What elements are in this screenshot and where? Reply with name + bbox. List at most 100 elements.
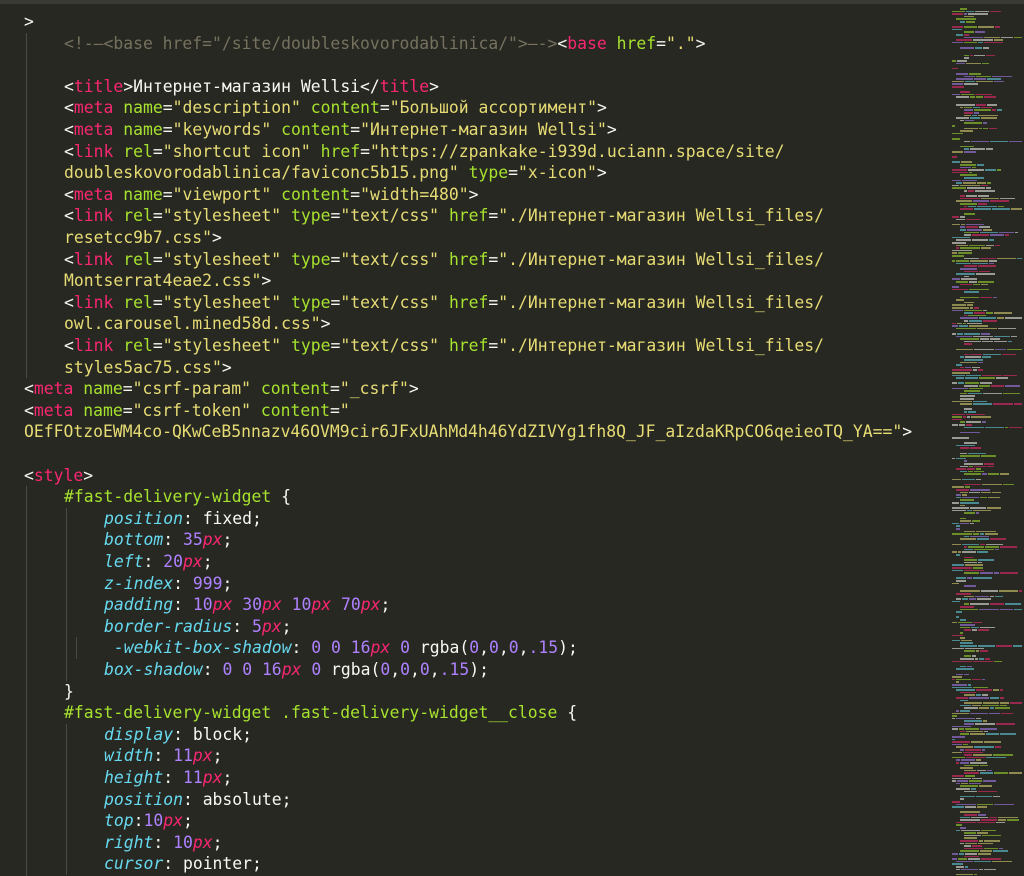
code-token: content xyxy=(281,120,351,139)
minimap-line xyxy=(952,647,964,650)
code-token: left xyxy=(104,552,144,571)
minimap-line xyxy=(956,697,968,699)
minimap-line xyxy=(959,853,964,855)
code-line[interactable]: border-radius: 5px; xyxy=(104,616,292,638)
code-line[interactable]: height: 11px; xyxy=(104,767,232,789)
minimap-line xyxy=(960,398,974,400)
code-line[interactable]: position: absolute; xyxy=(104,789,292,811)
minimap-line xyxy=(969,281,977,283)
code-line[interactable]: OEfFOtzoEWM4co-QKwCeB5nnazv46OVM9cir6JFx… xyxy=(24,421,912,443)
code-line[interactable]: <title>Интернет-магазин Wellsi</title> xyxy=(64,76,439,98)
code-line[interactable]: <meta name="description" content="Большо… xyxy=(64,97,607,119)
minimap-line xyxy=(981,858,1001,860)
minimap-line xyxy=(966,223,984,226)
code-line[interactable]: owl.carousel.mined58d.css"> xyxy=(64,313,330,335)
code-line[interactable]: <link rel="stylesheet" type="text/css" h… xyxy=(64,335,824,357)
code-token: name xyxy=(123,98,163,118)
minimap-line xyxy=(952,712,969,715)
code-token: rgba( xyxy=(321,660,381,679)
code-line[interactable]: #fast-delivery-widget { xyxy=(64,486,291,508)
code-token: "keywords" xyxy=(172,120,272,139)
minimap-line xyxy=(968,546,984,548)
code-token: = xyxy=(162,184,173,204)
minimap-line xyxy=(952,457,955,460)
code-token: "width=480" xyxy=(360,184,469,204)
code-line[interactable]: <meta name="viewport" content="width=480… xyxy=(64,184,479,206)
code-token: "Большой ассортимент" xyxy=(389,98,597,118)
code-token: > xyxy=(24,12,34,31)
minimap-line xyxy=(982,749,985,751)
minimap-line xyxy=(1003,374,1017,377)
code-token: box-shadow xyxy=(104,660,203,679)
code-line[interactable]: cursor: pointer; xyxy=(104,853,262,875)
code-line[interactable]: bottom: 35px; xyxy=(104,529,232,551)
minimap-line xyxy=(956,377,964,379)
code-line[interactable]: doubleskovorodablinica/faviconc5b15.png"… xyxy=(64,162,607,184)
minimap-line xyxy=(989,239,994,241)
code-line[interactable]: <link rel="shortcut icon" href="https://… xyxy=(64,141,784,163)
minimap-line xyxy=(952,486,964,488)
code-line[interactable]: box-shadow: 0 0 16px 0 rgba(0,0,0,.15); xyxy=(104,659,489,681)
minimap-line xyxy=(960,216,965,218)
code-editor[interactable]: > <!-—<base href="/site/doubleskovorodabl… xyxy=(0,4,950,876)
minimap-line xyxy=(952,374,965,377)
minimap-line xyxy=(952,41,963,44)
code-token: = xyxy=(162,98,173,118)
code-line[interactable]: styles5ac75.css"> xyxy=(64,357,232,379)
code-line[interactable]: <link rel="stylesheet" type="text/css" h… xyxy=(64,292,824,314)
minimap-line xyxy=(956,525,960,527)
minimap-line xyxy=(963,751,983,754)
code-line[interactable]: <link rel="stylesheet" type="text/css" h… xyxy=(64,205,824,227)
minimap-line xyxy=(964,109,973,111)
minimap-line xyxy=(952,684,967,686)
code-line[interactable]: display: block; xyxy=(104,724,252,746)
minimap-line xyxy=(952,437,969,439)
code-token: Montserrat4eae2.css" xyxy=(64,271,262,291)
code-line[interactable]: left: 20px; xyxy=(104,551,213,573)
minimap-line xyxy=(956,348,973,351)
minimap-line xyxy=(956,528,960,530)
code-line[interactable]: right: 10px; xyxy=(104,832,222,854)
code-line[interactable]: #fast-delivery-widget .fast-delivery-wid… xyxy=(64,702,577,724)
minimap-line xyxy=(998,205,1004,208)
minimap-line xyxy=(993,689,999,691)
code-line[interactable]: <meta name="csrf-token" content=" xyxy=(24,400,350,422)
code-line[interactable]: top:10px; xyxy=(104,810,193,832)
minimap-line xyxy=(1005,603,1021,605)
code-line[interactable]: padding: 10px 30px 10px 70px; xyxy=(104,594,390,616)
minimap-line xyxy=(965,486,970,488)
code-line[interactable]: <link rel="stylesheet" type="text/css" h… xyxy=(64,249,824,271)
minimap-line xyxy=(960,842,964,845)
minimap-line xyxy=(956,104,975,106)
minimap-line xyxy=(960,637,965,639)
minimap-line xyxy=(964,548,973,551)
code-line[interactable]: <meta name="csrf-param" content="_csrf"> xyxy=(24,378,419,400)
code-line[interactable]: Montserrat4eae2.css"> xyxy=(64,270,271,292)
code-line[interactable]: width: 11px; xyxy=(104,745,222,767)
minimap-line xyxy=(952,86,964,88)
minimap-line xyxy=(979,608,999,611)
minimap-line xyxy=(960,767,973,769)
minimap-line xyxy=(1000,697,1004,699)
code-line[interactable]: <meta name="keywords" content="Интернет-… xyxy=(64,119,617,141)
code-line[interactable]: } xyxy=(64,681,74,703)
minimap-line xyxy=(960,455,980,457)
minimap-line xyxy=(960,499,974,501)
code-minimap[interactable] xyxy=(950,4,1024,876)
code-line[interactable]: z-index: 999; xyxy=(104,573,232,595)
minimap-line xyxy=(987,769,992,772)
code-line[interactable]: resetcc9b7.css"> xyxy=(64,227,222,249)
code-line[interactable]: <!-—<base href="/site/doubleskovorodabli… xyxy=(64,33,705,55)
minimap-line xyxy=(964,353,969,356)
code-line[interactable]: -webkit-box-shadow: 0 0 16px 0 rgba(0,0,… xyxy=(104,637,578,659)
code-line[interactable]: position: fixed; xyxy=(104,508,262,530)
minimap-line xyxy=(976,75,991,78)
code-line[interactable]: > xyxy=(24,11,34,33)
minimap-line xyxy=(964,34,969,36)
code-line[interactable]: <style> xyxy=(24,465,93,487)
